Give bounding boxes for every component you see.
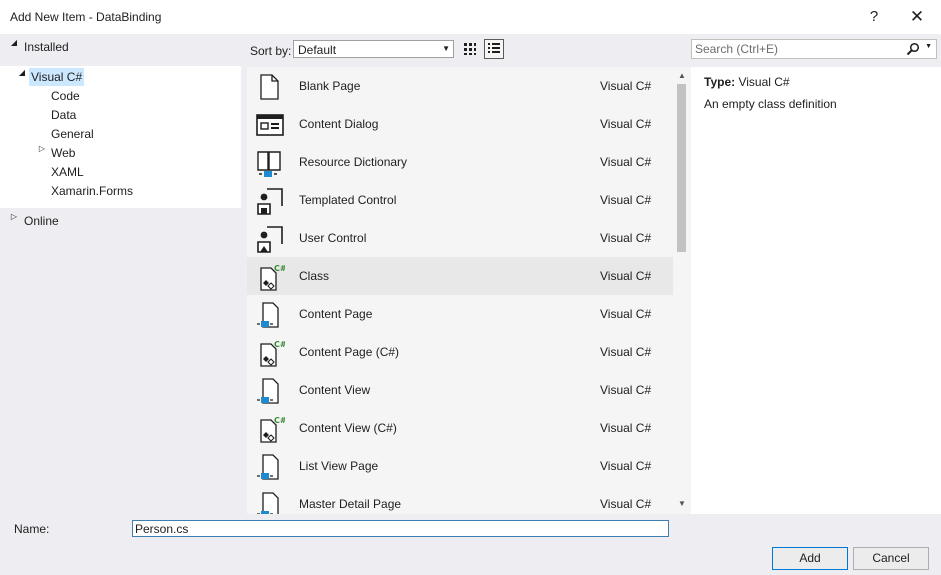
template-language: Visual C# <box>600 497 652 511</box>
content-view-icon <box>257 378 279 404</box>
collapse-triangle-icon[interactable]: ◢ <box>16 68 28 86</box>
template-row[interactable]: Resource Dictionary Visual C# <box>247 143 673 181</box>
template-row[interactable]: C# Content View (C#) Visual C# <box>247 409 673 447</box>
search-box[interactable]: ▼ <box>691 39 937 59</box>
template-row[interactable]: Templated Control Visual C# <box>247 181 673 219</box>
master-detail-page-icon <box>257 492 279 514</box>
tree-item-xamarin-forms[interactable]: Xamarin.Forms <box>51 182 133 200</box>
search-icon[interactable] <box>906 42 920 56</box>
sort-dropdown[interactable]: Default ▼ <box>293 40 454 58</box>
tree-item-online[interactable]: Online <box>24 212 59 230</box>
name-label: Name: <box>14 522 50 536</box>
scroll-thumb[interactable] <box>677 84 686 252</box>
template-name: Content Dialog <box>299 117 379 131</box>
title-bar: Add New Item - DataBinding ? ✕ <box>0 0 941 34</box>
content-dialog-icon <box>256 114 284 136</box>
template-row[interactable]: User Control Visual C# <box>247 219 673 257</box>
content-view-csharp-icon: C# <box>260 416 285 443</box>
tree-item-xaml[interactable]: XAML <box>51 163 84 181</box>
help-button[interactable]: ? <box>857 4 891 30</box>
svg-text:C#: C# <box>274 264 285 273</box>
template-name: Content Page <box>299 307 373 321</box>
search-input[interactable] <box>695 41 900 57</box>
cancel-button[interactable]: Cancel <box>853 547 929 570</box>
template-name: Templated Control <box>299 193 397 207</box>
template-language: Visual C# <box>600 421 652 435</box>
template-name: Content View (C#) <box>299 421 397 435</box>
template-row[interactable]: Content Dialog Visual C# <box>247 105 673 143</box>
svg-text:C#: C# <box>274 416 285 425</box>
template-name: Content View <box>299 383 371 397</box>
expand-triangle-icon[interactable]: ▷ <box>36 144 48 162</box>
name-input[interactable] <box>132 520 669 537</box>
blank-page-icon <box>260 74 279 100</box>
add-button[interactable]: Add <box>772 547 848 570</box>
template-row[interactable]: Blank Page Visual C# <box>247 67 673 105</box>
template-name: Class <box>299 269 330 283</box>
list-view-page-icon <box>257 454 279 480</box>
tree-item-data[interactable]: Data <box>51 106 76 124</box>
template-toolbar: Sort by: Default ▼ ▼ <box>241 34 941 64</box>
content-page-csharp-icon: C# <box>260 340 285 367</box>
template-row[interactable]: C# Class Visual C# <box>247 257 673 295</box>
grid-view-button[interactable] <box>460 39 480 59</box>
tree-item-general[interactable]: General <box>51 125 94 143</box>
template-language: Visual C# <box>600 117 652 131</box>
tree-item-web[interactable]: Web <box>51 144 75 162</box>
template-language: Visual C# <box>600 269 652 283</box>
template-language: Visual C# <box>600 155 652 169</box>
sort-label: Sort by: <box>250 44 292 58</box>
template-row[interactable]: List View Page Visual C# <box>247 447 673 485</box>
template-row[interactable]: Content Page Visual C# <box>247 295 673 333</box>
scroll-up-arrow-icon[interactable]: ▲ <box>677 71 687 81</box>
collapse-triangle-icon[interactable]: ◢ <box>8 38 20 56</box>
tree-item-visual-csharp[interactable]: Visual C# <box>29 68 85 86</box>
template-row[interactable]: Content View Visual C# <box>247 371 673 409</box>
template-language: Visual C# <box>600 231 652 245</box>
template-language: Visual C# <box>600 307 652 321</box>
template-language: Visual C# <box>600 345 652 359</box>
category-tree: ◢ Installed ◢ Visual C# Code Data Genera… <box>0 34 241 514</box>
tree-item-installed[interactable]: Installed <box>24 38 69 56</box>
details-pane: Type: Visual C# An empty class definitio… <box>691 67 941 514</box>
list-view-button[interactable] <box>484 39 504 59</box>
template-name: List View Page <box>299 459 379 473</box>
expand-triangle-icon[interactable]: ▷ <box>8 212 20 230</box>
class-icon: C# <box>260 264 285 291</box>
template-language: Visual C# <box>600 79 652 93</box>
window-title: Add New Item - DataBinding <box>10 10 162 24</box>
dropdown-arrow-icon: ▼ <box>442 44 450 53</box>
svg-text:C#: C# <box>274 340 285 349</box>
sort-value: Default <box>298 43 337 57</box>
close-button[interactable]: ✕ <box>900 4 934 30</box>
template-row[interactable]: C# Content Page (C#) Visual C# <box>247 333 673 371</box>
template-language: Visual C# <box>600 193 652 207</box>
scroll-down-arrow-icon[interactable]: ▼ <box>677 499 687 509</box>
template-language: Visual C# <box>600 459 652 473</box>
content-page-icon <box>257 302 279 328</box>
details-type-value: Visual C# <box>738 75 790 89</box>
list-view-icon <box>488 43 500 53</box>
template-list: Blank Page Visual C# Content Dialog Visu… <box>247 67 673 514</box>
template-list-scrollbar[interactable]: ▲ ▼ <box>673 67 691 514</box>
template-language: Visual C# <box>600 383 652 397</box>
template-name: Content Page (C#) <box>299 345 400 359</box>
installed-subtree: ◢ Visual C# Code Data General ▷ Web XAML… <box>0 66 241 208</box>
details-description: An empty class definition <box>704 97 837 111</box>
template-row[interactable]: Master Detail Page Visual C# <box>247 485 673 514</box>
grid-view-icon <box>464 43 476 55</box>
template-name: Blank Page <box>299 79 361 93</box>
details-type-label: Type: <box>704 75 736 89</box>
tree-item-code[interactable]: Code <box>51 87 80 105</box>
template-name: Master Detail Page <box>299 497 402 511</box>
search-options-arrow-icon[interactable]: ▼ <box>925 43 932 50</box>
user-control-icon <box>257 226 283 253</box>
templated-control-icon <box>257 188 283 215</box>
template-name: Resource Dictionary <box>299 155 408 169</box>
resource-dictionary-icon <box>257 151 281 177</box>
template-name: User Control <box>299 231 367 245</box>
details-type: Type: Visual C# <box>704 75 790 89</box>
